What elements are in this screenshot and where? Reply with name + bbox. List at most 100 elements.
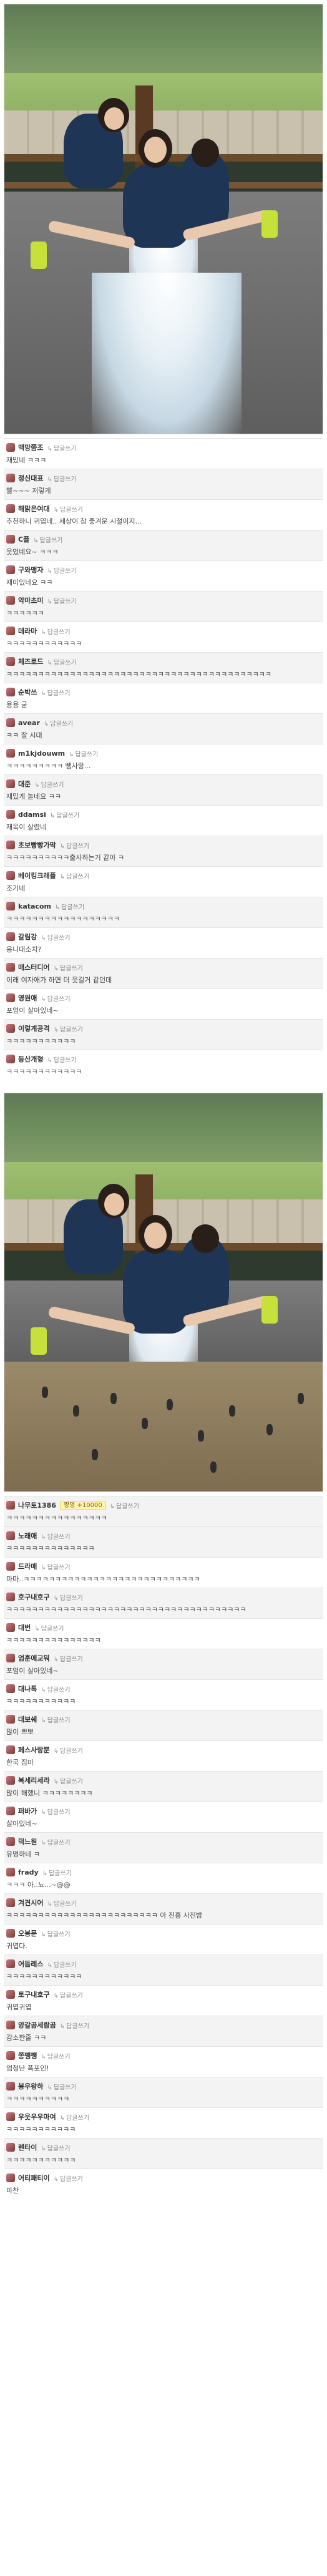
comment-nickname[interactable]: 영원애 — [18, 993, 37, 1003]
comment-nickname[interactable]: 퍼바가 — [18, 1806, 37, 1816]
avatar-icon[interactable] — [6, 474, 15, 482]
comment-nickname[interactable]: 등산개형 — [18, 1054, 43, 1064]
avatar-icon[interactable] — [6, 1654, 15, 1662]
comment-nickname[interactable]: 해맑은여대 — [18, 504, 50, 514]
reply-link[interactable]: 답글쓰기 — [60, 2112, 89, 2122]
reply-link[interactable]: 답글쓰기 — [41, 2051, 71, 2061]
avatar-icon[interactable] — [6, 1990, 15, 1999]
reply-link[interactable]: 답글쓰기 — [54, 1024, 83, 1033]
avatar-icon[interactable] — [6, 871, 15, 880]
reply-link[interactable]: 답글쓰기 — [41, 1807, 71, 1816]
avatar-icon[interactable] — [6, 565, 15, 574]
reply-link[interactable]: 답글쓰기 — [41, 1715, 71, 1724]
avatar-icon[interactable] — [6, 1593, 15, 1601]
avatar-icon[interactable] — [6, 2143, 15, 2152]
reply-link[interactable]: 답글쓰기 — [47, 565, 77, 575]
reply-link[interactable]: 답글쓰기 — [55, 902, 84, 911]
comment-nickname[interactable]: 겨견시어 — [18, 1898, 43, 1908]
avatar-icon[interactable] — [6, 688, 15, 696]
reply-link[interactable]: 답글쓰기 — [47, 657, 77, 666]
avatar-icon[interactable] — [6, 1715, 15, 1724]
comment-nickname[interactable]: 오봉문 — [18, 1928, 37, 1938]
reply-link[interactable]: 답글쓰기 — [41, 1837, 71, 1847]
avatar-icon[interactable] — [6, 627, 15, 635]
avatar-icon[interactable] — [6, 1898, 15, 1907]
reply-link[interactable]: 답글쓰기 — [69, 749, 98, 758]
avatar-icon[interactable] — [6, 1055, 15, 1063]
reply-link[interactable]: 답글쓰기 — [33, 535, 63, 544]
comment-nickname[interactable]: 대나톡 — [18, 1684, 37, 1694]
comment-nickname[interactable]: 렌타이 — [18, 2142, 37, 2152]
reply-link[interactable]: 답글쓰기 — [54, 963, 83, 972]
reply-link[interactable]: 답글쓰기 — [47, 1959, 77, 1969]
reply-link[interactable]: 답글쓰기 — [41, 2143, 71, 2152]
avatar-icon[interactable] — [6, 1531, 15, 1540]
comment-nickname[interactable]: 호구내호구 — [18, 1592, 50, 1602]
reply-link[interactable]: 답글쓰기 — [54, 1745, 83, 1755]
comment-nickname[interactable]: 정신대표 — [18, 473, 43, 483]
reply-link[interactable]: 답글쓰기 — [47, 1055, 77, 1064]
avatar-icon[interactable] — [6, 1623, 15, 1632]
reply-link[interactable]: 답글쓰기 — [41, 932, 71, 942]
comment-nickname[interactable]: 대번 — [18, 1622, 31, 1632]
comment-nickname[interactable]: frady — [18, 1868, 39, 1876]
reply-link[interactable]: 답글쓰기 — [41, 1531, 71, 1541]
comment-nickname[interactable]: 구와맹자 — [18, 565, 43, 575]
reply-link[interactable]: 답글쓰기 — [34, 779, 64, 789]
avatar-icon[interactable] — [6, 1501, 15, 1510]
comment-nickname[interactable]: 어듬레스 — [18, 1959, 43, 1969]
reply-link[interactable]: 답글쓰기 — [54, 504, 83, 514]
comment-nickname[interactable]: ddamsi — [18, 811, 46, 819]
comment-nickname[interactable]: 맥망쭘조 — [18, 442, 43, 452]
avatar-icon[interactable] — [6, 2112, 15, 2121]
avatar-icon[interactable] — [6, 1776, 15, 1785]
comment-nickname[interactable]: 악마초미 — [18, 595, 43, 605]
comment-nickname[interactable]: 우웃우우마여 — [18, 2112, 56, 2122]
reply-link[interactable]: 답글쓰기 — [44, 718, 73, 728]
comment-nickname[interactable]: katacom — [18, 902, 51, 910]
avatar-icon[interactable] — [6, 535, 15, 544]
comment-nickname[interactable]: 베이킹크래플 — [18, 871, 56, 881]
avatar-icon[interactable] — [6, 1868, 15, 1876]
avatar-icon[interactable] — [6, 2051, 15, 2060]
reply-link[interactable]: 답글쓰기 — [41, 1562, 71, 1571]
reply-link[interactable]: 답글쓰기 — [41, 627, 71, 636]
avatar-icon[interactable] — [6, 1024, 15, 1033]
reply-link[interactable]: 답글쓰기 — [41, 1684, 71, 1694]
avatar-icon[interactable] — [6, 718, 15, 727]
reply-link[interactable]: 답글쓰기 — [41, 1929, 71, 1938]
avatar-icon[interactable] — [6, 993, 15, 1002]
avatar-icon[interactable] — [6, 810, 15, 819]
reply-link[interactable]: 답글쓰기 — [41, 993, 71, 1003]
reply-link[interactable]: 답글쓰기 — [50, 810, 79, 819]
avatar-icon[interactable] — [6, 1562, 15, 1571]
comment-nickname[interactable]: 봉우왕하 — [18, 2081, 43, 2091]
comment-nickname[interactable]: 대보쉐 — [18, 1714, 37, 1724]
reply-link[interactable]: 답글쓰기 — [47, 443, 77, 452]
avatar-icon[interactable] — [6, 2174, 15, 2182]
avatar-icon[interactable] — [6, 443, 15, 452]
comment-nickname[interactable]: 순박쓰 — [18, 687, 37, 697]
reply-link[interactable]: 답글쓰기 — [54, 1776, 83, 1785]
comment-nickname[interactable]: 어티패티이 — [18, 2173, 50, 2183]
avatar-icon[interactable] — [6, 932, 15, 941]
reply-link[interactable]: 답글쓰기 — [42, 1868, 72, 1877]
reply-link[interactable]: 답글쓰기 — [41, 688, 71, 697]
reply-link[interactable]: 답글쓰기 — [54, 2174, 83, 2183]
avatar-icon[interactable] — [6, 1684, 15, 1693]
comment-nickname[interactable]: 페스사랑뿐 — [18, 1745, 50, 1755]
comment-nickname[interactable]: avear — [18, 719, 40, 727]
reply-link[interactable]: 답글쓰기 — [47, 596, 77, 605]
comment-nickname[interactable]: 양갈곰세람곰 — [18, 2020, 56, 2030]
avatar-icon[interactable] — [6, 1745, 15, 1754]
avatar-icon[interactable] — [6, 779, 15, 788]
reply-link[interactable]: 답글쓰기 — [54, 1593, 83, 1602]
comment-nickname[interactable]: 덕느원 — [18, 1837, 37, 1847]
reply-link[interactable]: 답글쓰기 — [47, 474, 77, 483]
reply-link[interactable]: 답글쓰기 — [60, 841, 89, 850]
reply-link[interactable]: 답글쓰기 — [54, 1990, 83, 1999]
reply-link[interactable]: 답글쓰기 — [110, 1501, 139, 1510]
avatar-icon[interactable] — [6, 902, 15, 910]
comment-nickname[interactable]: 데라마 — [18, 626, 37, 636]
avatar-icon[interactable] — [6, 749, 15, 758]
